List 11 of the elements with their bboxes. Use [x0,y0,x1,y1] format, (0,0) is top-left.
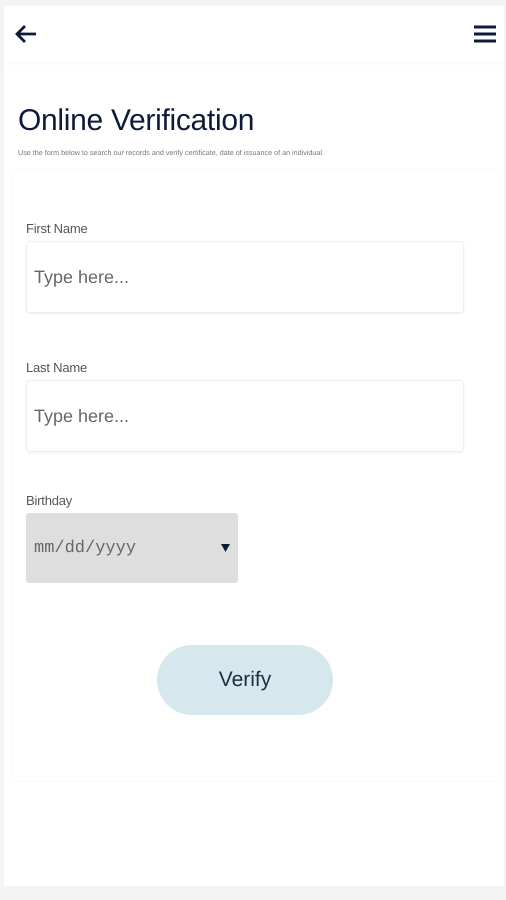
text-input-field[interactable]: Type here... [26,380,464,452]
caret-down-icon [221,544,230,552]
menu-icon[interactable] [474,24,496,44]
date-input-field[interactable]: mm/dd/yyyy [26,513,238,583]
page-title: Online Verification [18,104,254,138]
verify-button[interactable]: Verify [157,645,333,715]
back-arrow-icon[interactable] [14,24,38,44]
text-input-field[interactable]: Type here... [26,241,464,313]
field-label: Last Name [26,360,88,375]
field-label: Birthday [26,493,72,508]
field-label: First Name [26,221,88,236]
